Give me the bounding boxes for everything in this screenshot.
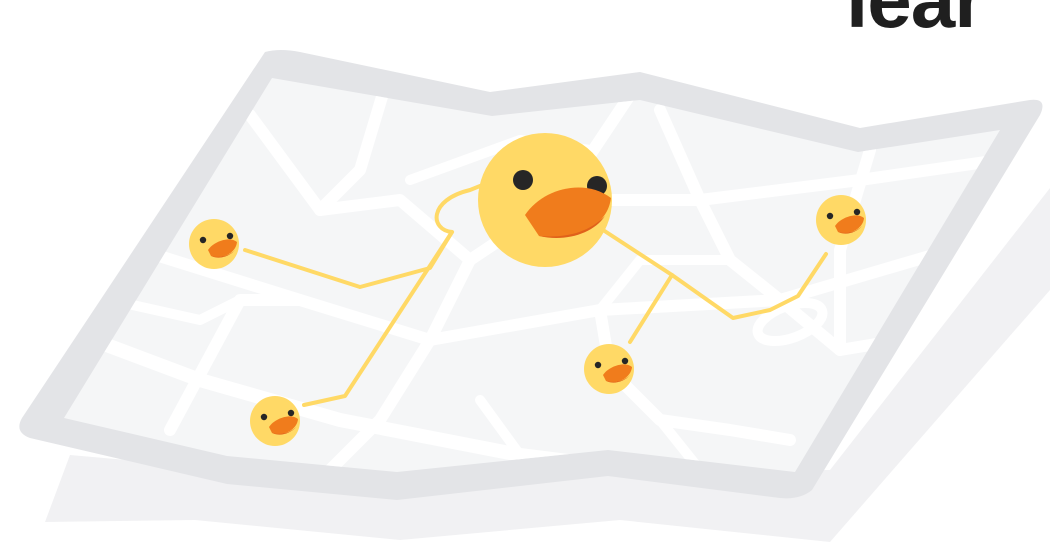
duck-icon-center: [584, 344, 634, 394]
duck-icon-right: [816, 195, 866, 245]
duck-icon-bottom-left: [250, 396, 300, 446]
map-illustration: [19, 50, 1050, 542]
hub-duck-icon: [478, 133, 612, 267]
duck-icon-left: [189, 219, 239, 269]
